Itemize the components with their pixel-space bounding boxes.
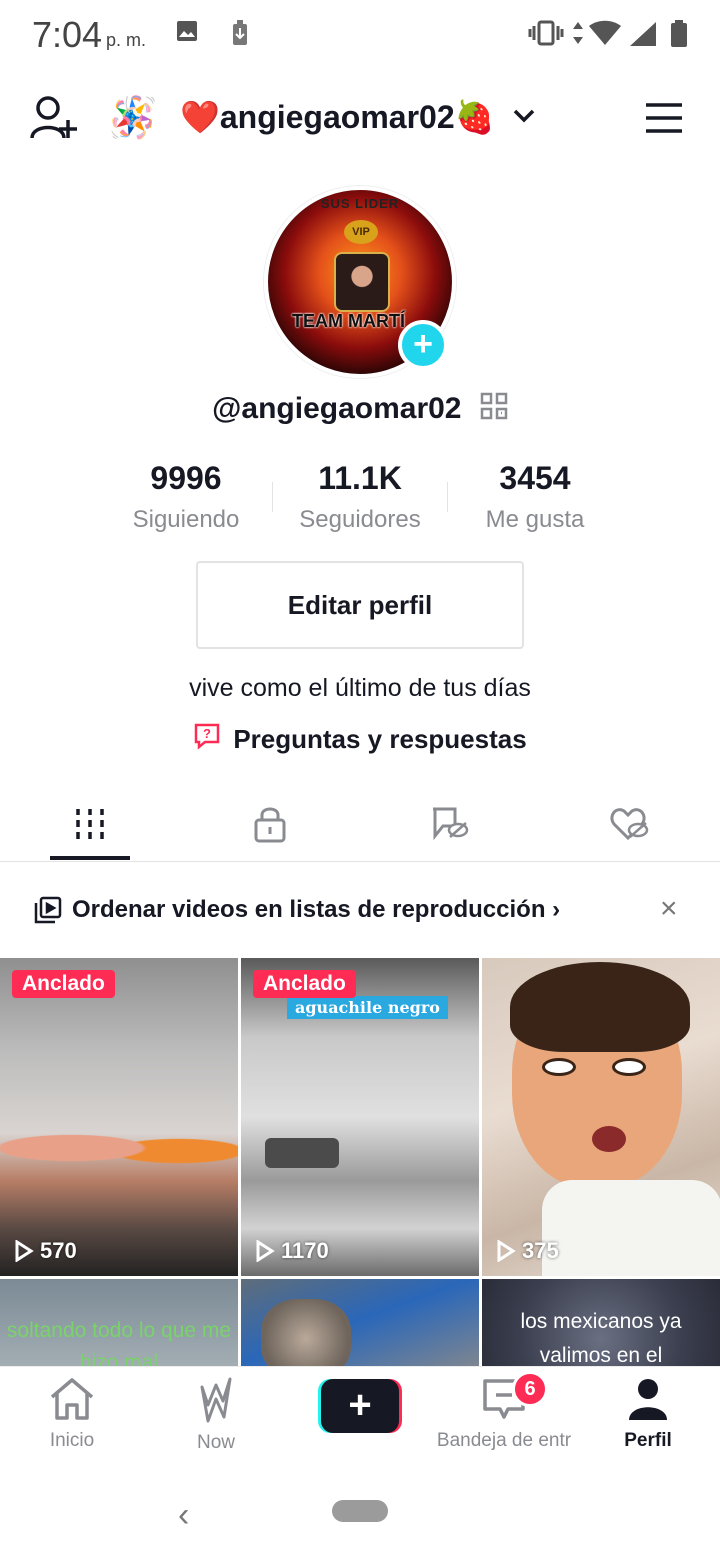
private-lock-icon	[253, 805, 287, 848]
pinned-badge: Anclado	[12, 970, 115, 998]
avatar-photo	[334, 252, 390, 312]
home-pill[interactable]	[332, 1500, 388, 1522]
add-user-icon[interactable]	[30, 94, 80, 147]
stat-label: Me gusta	[485, 506, 585, 533]
menu-icon[interactable]	[644, 102, 684, 139]
profile-header: 🪅 ❤️angiegaomar02🍓	[0, 80, 720, 160]
profile-username-dropdown[interactable]: ❤️angiegaomar02🍓	[180, 98, 494, 136]
profile-stats: 9996 Siguiendo 11.1K Seguidores 3454 Me …	[0, 458, 720, 538]
pot-image	[265, 1138, 339, 1168]
nav-profile[interactable]: Perfil	[576, 1377, 720, 1452]
playlist-icon	[34, 896, 62, 929]
stat-value: 11.1K	[318, 460, 402, 496]
inbox-badge: 6	[512, 1371, 548, 1407]
stat-likes[interactable]: 3454 Me gusta	[445, 458, 625, 534]
profile-handle: @angiegaomar02	[0, 392, 720, 428]
download-icon	[232, 20, 248, 51]
home-icon	[50, 1378, 94, 1420]
svg-text:?: ?	[203, 726, 211, 741]
video-caption: aguachile negro	[287, 996, 448, 1019]
nav-inbox[interactable]: Bandeja de entr	[432, 1377, 576, 1452]
video-overlay-text: los mexicanos ya valimos en el	[520, 1310, 682, 1367]
view-count: 570	[14, 1238, 77, 1264]
food-image	[0, 1118, 238, 1178]
wifi-icon	[588, 20, 622, 51]
stat-value: 3454	[499, 460, 571, 496]
tab-videos[interactable]	[0, 790, 180, 862]
tab-liked[interactable]	[540, 790, 720, 862]
video-overlay-text: soltando todo lo que me hizo mal	[6, 1319, 232, 1368]
image-icon	[176, 20, 198, 47]
avatar-vip-badge: VIP	[344, 220, 378, 244]
create-plus-icon: +	[321, 1379, 399, 1433]
nav-home[interactable]: Inicio	[0, 1377, 144, 1452]
nav-label: Perfil	[624, 1430, 672, 1451]
video-thumbnail[interactable]: aguachile negro Anclado 1170	[241, 958, 479, 1276]
cartoon-eye	[542, 1058, 576, 1076]
cartoon-shirt	[542, 1180, 720, 1276]
signal-icon	[628, 20, 658, 53]
close-icon[interactable]: ×	[660, 894, 678, 924]
stat-label: Seguidores	[299, 506, 421, 533]
vibrate-icon	[528, 20, 564, 51]
view-count: 1170	[255, 1238, 329, 1264]
reposts-hidden-icon	[430, 806, 470, 847]
video-thumbnail[interactable]: 375	[482, 958, 720, 1276]
profile-bio: vive como el último de tus días	[189, 674, 531, 702]
stat-following[interactable]: 9996 Siguiendo	[96, 458, 276, 534]
battery-icon	[670, 20, 688, 53]
bottom-nav: Inicio Now + Bandeja de entr 6 Perfil	[0, 1366, 720, 1470]
play-icon	[256, 1240, 275, 1262]
view-count: 375	[496, 1238, 559, 1264]
handle-text: @angiegaomar02	[212, 392, 462, 425]
status-bar: 7:04 p. m.	[0, 0, 720, 70]
tab-private[interactable]	[180, 790, 360, 862]
create-button[interactable]: +	[318, 1379, 402, 1433]
play-icon	[497, 1240, 516, 1262]
status-time: 7:04	[32, 14, 103, 55]
status-ampm: p. m.	[106, 30, 147, 50]
qa-label: Preguntas y respuestas	[233, 724, 527, 754]
nav-label: Bandeja de entr	[436, 1430, 572, 1451]
profile-icon	[629, 1379, 667, 1420]
nav-label: Inicio	[49, 1430, 95, 1451]
cartoon-mouth	[592, 1126, 626, 1152]
chevron-right-icon: ›	[552, 896, 561, 923]
pinata-emoji: 🪅	[108, 96, 158, 140]
stat-followers[interactable]: 11.1K Seguidores	[270, 458, 450, 534]
nav-label: Now	[196, 1432, 235, 1453]
back-icon[interactable]: ‹	[178, 1496, 189, 1535]
add-avatar-button[interactable]: +	[398, 320, 448, 370]
playlist-banner[interactable]: Ordenar videos en listas de reproducción…	[0, 876, 720, 942]
videos-grid-icon	[74, 807, 106, 846]
stat-value: 9996	[150, 460, 222, 496]
now-icon	[200, 1377, 232, 1423]
active-tab-indicator	[50, 856, 130, 860]
avatar-crown-text: SUS LIDER	[320, 196, 400, 211]
play-icon	[15, 1240, 34, 1262]
playlist-banner-text: Ordenar videos en listas de reproducción…	[72, 896, 561, 923]
pinned-badge: Anclado	[253, 970, 356, 998]
cartoon-eye	[612, 1058, 646, 1076]
tab-reposts[interactable]	[360, 790, 540, 862]
stat-label: Siguiendo	[132, 506, 240, 533]
video-thumbnail[interactable]	[241, 1279, 479, 1368]
question-icon: ?	[193, 722, 221, 757]
profile-tabs	[0, 790, 720, 862]
video-thumbnail[interactable]: soltando todo lo que me hizo mal	[0, 1279, 238, 1368]
cat-image	[261, 1299, 351, 1368]
nav-now[interactable]: Now	[144, 1377, 288, 1454]
liked-hidden-icon	[610, 806, 650, 847]
system-nav-bar: ‹	[0, 1470, 720, 1560]
data-arrows-icon	[572, 20, 584, 51]
video-thumbnail[interactable]: Anclado 570	[0, 958, 238, 1276]
cartoon-hair	[510, 962, 690, 1052]
video-thumbnail[interactable]: los mexicanos ya valimos en el	[482, 1279, 720, 1368]
edit-profile-button[interactable]: Editar perfil	[196, 561, 524, 649]
qa-link[interactable]: ? Preguntas y respuestas	[0, 722, 720, 757]
chevron-down-icon[interactable]	[512, 106, 536, 129]
video-grid: Anclado 570 aguachile negro Anclado 1170…	[0, 958, 720, 1368]
qr-code-icon[interactable]	[480, 392, 508, 428]
